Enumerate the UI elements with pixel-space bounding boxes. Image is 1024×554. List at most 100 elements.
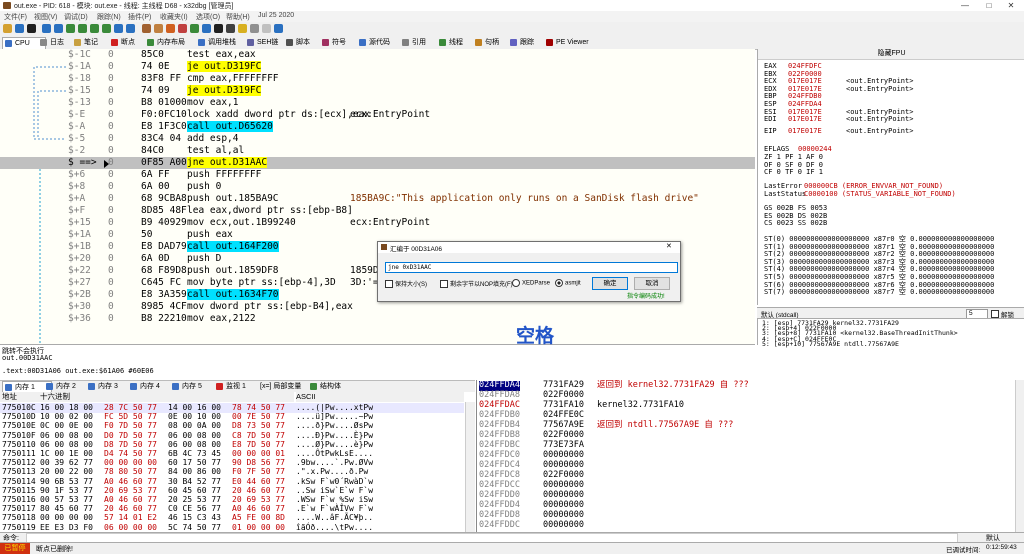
dump-row[interactable]: 7750113 20 00 22 00 78 80 50 77 84 00 86 00…	[0, 467, 464, 477]
register-value[interactable]: 017E017E	[788, 127, 822, 136]
disasm-row[interactable]: $-E 0 F0:0FC10 lock xadd dword ptr ds:[ecx]…	[0, 109, 755, 121]
step-over-icon[interactable]	[78, 24, 87, 33]
dump-row[interactable]: 7750115 90 1F 53 77 20 69 53 77 60 45 60 77…	[0, 486, 464, 496]
fpu-row[interactable]: ST(7) 0000000000000000000 x87r7 空 0.0000…	[764, 288, 994, 297]
tab-handles[interactable]: 句柄	[473, 37, 513, 48]
tab-watch-1[interactable]: 监视 1	[214, 381, 262, 392]
tab-script[interactable]: 脚本	[284, 37, 324, 48]
dump-row[interactable]: 7750111 1C 00 1E 00 D4 74 50 77 6B 4C 73 45…	[0, 449, 464, 459]
memory-dump[interactable]: 地址 十六进制 ASCII 775010C 16 00 18 00 28 7C 50…	[0, 392, 475, 532]
disasm-row[interactable]: $+6 0 6A FF push FFFFFFFF	[0, 169, 755, 181]
tab-pe-viewer[interactable]: PE Viewer	[544, 37, 602, 48]
dump-row[interactable]: 7750119 EE E3 D3 F0 06 00 00 00 5C 74 50 77…	[0, 523, 464, 532]
stack-row[interactable]: 024FFDDC 00000000	[477, 520, 1014, 531]
cancel-button[interactable]: 取消	[634, 277, 670, 290]
close-button[interactable]: ✕	[1000, 0, 1022, 11]
disasm-row[interactable]: $-1C 0 85C0 test eax,eax	[0, 49, 755, 61]
menu-view[interactable]: 视图(V)	[34, 12, 57, 22]
menu-plugins[interactable]: 插件(P)	[128, 12, 151, 22]
call-arg-row[interactable]: 5: [esp+10] 77567A9E ntdll.77567A9E	[762, 340, 899, 348]
register-name[interactable]: EIP	[764, 127, 777, 136]
dump-row[interactable]: 7750117 80 45 60 77 20 46 60 77 C0 CE 56 77…	[0, 504, 464, 514]
ok-button[interactable]: 确定	[592, 277, 628, 290]
label-icon[interactable]	[178, 24, 187, 33]
pause-icon[interactable]	[54, 24, 63, 33]
minimize-button[interactable]: —	[954, 0, 976, 11]
script-icon[interactable]	[214, 24, 223, 33]
disasm-row[interactable]: $-5 0 83C4 04 add esp,4	[0, 133, 755, 145]
trace-over-icon[interactable]	[102, 24, 111, 33]
favourite-icon[interactable]	[238, 24, 247, 33]
register-comment[interactable]: <out.EntryPoint>	[846, 115, 913, 124]
call-args-panel[interactable]: 1: [esp] 7731FA29 kernel32.7731FA29 2: [e…	[757, 318, 1024, 348]
menu-trace[interactable]: 跟踪(N)	[97, 12, 121, 22]
xedparse-radio[interactable]: XEDParse	[512, 279, 550, 287]
disasm-row[interactable]: $-1A 0 74 0E je out.D319FC	[0, 61, 755, 73]
tab-trace[interactable]: 跟踪	[508, 37, 548, 48]
scylla-icon[interactable]	[142, 24, 151, 33]
disasm-row[interactable]: $+1A 0 50 push eax	[0, 229, 755, 241]
help-icon[interactable]	[274, 24, 283, 33]
registers-panel[interactable]: 隐藏FPU EAX 024FFDFC EBX 022F0000 ECX 017E017E <…	[757, 49, 1024, 305]
menu-help[interactable]: 帮助(H)	[226, 12, 250, 22]
tab-dump-3[interactable]: 内存 3	[86, 381, 134, 392]
asmjit-radio[interactable]: asmjit	[555, 279, 581, 287]
step-into-icon[interactable]	[66, 24, 75, 33]
disasm-row[interactable]: $-13 0 B8 01000000mov eax,1	[0, 97, 755, 109]
settings-icon[interactable]	[250, 24, 259, 33]
tab-symbols[interactable]: 符号	[320, 37, 360, 48]
fill-nop-checkbox[interactable]: 剩余字节以NOP填充(F)	[440, 279, 513, 289]
keep-size-checkbox[interactable]: 保持大小(S)	[385, 279, 427, 289]
dump-row[interactable]: 7750112 00 39 62 77 00 00 00 00 60 17 50 77…	[0, 458, 464, 468]
tab-dump-2[interactable]: 内存 2	[44, 381, 92, 392]
segment-row[interactable]: CS 0023 SS 002B	[764, 219, 827, 228]
register-name[interactable]: EDI	[764, 115, 777, 124]
log-icon[interactable]	[262, 24, 271, 33]
register-comment[interactable]: <out.EntryPoint>	[846, 85, 913, 94]
trace-into-icon[interactable]	[90, 24, 99, 33]
disasm-row[interactable]: $+30 0 8985 4CFFmov dword ptr ss:[ebp-B4],…	[0, 301, 755, 313]
register-value[interactable]: 017E017E	[788, 115, 822, 124]
disasm-row[interactable]: $+36 0 B8 22210 mov eax,2122	[0, 313, 755, 325]
dump-row[interactable]: 7750118 00 00 00 00 57 14 01 E2 46 15 C3 43…	[0, 513, 464, 523]
unlock-checkbox[interactable]	[991, 310, 999, 318]
tab-call-stack[interactable]: 调用堆栈	[196, 37, 248, 48]
menu-debug[interactable]: 调试(D)	[64, 12, 88, 22]
menu-file[interactable]: 文件(F)	[4, 12, 27, 22]
dump-row[interactable]: 7750114 90 6B 53 77 A0 46 60 77 30 B4 52 77…	[0, 477, 464, 487]
stack-scrollbar[interactable]	[1015, 380, 1024, 532]
dump-row[interactable]: 775010E 0C 00 0E 00 F0 7D 50 77 08 00 0A 00…	[0, 421, 464, 431]
maximize-button[interactable]: □	[978, 0, 1000, 11]
tab-breakpoints[interactable]: 断点	[109, 37, 149, 48]
disasm-row[interactable]: $+A 0 68 9CBA85push out.185BA9C 185BA9C:"Th…	[0, 193, 755, 205]
disasm-row[interactable]: $-A 0 E8 1F3C0 call out.D65620	[0, 121, 755, 133]
disasm-row[interactable]: $ ==> 0 0F85 A000jne out.D31AAC	[0, 157, 755, 169]
disasm-row[interactable]: $+15 0 B9 40929Bmov ecx,out.1B99240 ecx:Ent…	[0, 217, 755, 229]
dump-row[interactable]: 7750116 00 57 53 77 A0 46 60 77 20 25 53 77…	[0, 495, 464, 505]
tab-notes[interactable]: 笔记	[72, 37, 112, 48]
bookmark-icon[interactable]	[190, 24, 199, 33]
disasm-row[interactable]: $-18 0 83F8 FF cmp eax,FFFFFFFF	[0, 73, 755, 85]
menu-options[interactable]: 选项(O)	[196, 12, 220, 22]
open-icon[interactable]	[3, 24, 12, 33]
dialog-close-button[interactable]: ✕	[666, 242, 672, 250]
disasm-row[interactable]: $+8 0 6A 00 push 0	[0, 181, 755, 193]
dump-row[interactable]: 775010C 16 00 18 00 28 7C 50 77 14 00 16 00…	[0, 403, 464, 413]
restart-icon[interactable]	[15, 24, 24, 33]
comment-icon[interactable]	[166, 24, 175, 33]
close-icon[interactable]	[27, 24, 36, 33]
hide-fpu-toggle[interactable]: 隐藏FPU	[758, 49, 1024, 60]
tab-references[interactable]: 引用	[400, 37, 440, 48]
register-value[interactable]: C0000100 (STATUS_VARIABLE_NOT_FOUND)	[804, 190, 956, 199]
dump-scrollbar[interactable]	[465, 402, 475, 532]
tab-dump-5[interactable]: 内存 5	[170, 381, 218, 392]
register-comment[interactable]: <out.EntryPoint>	[846, 127, 913, 136]
tab-memory-map[interactable]: 内存布局	[145, 37, 197, 48]
run-to-return-icon[interactable]	[114, 24, 123, 33]
stack-view[interactable]: 024FFDA4 7731FA29 返回到 kernel32.7731FA29 自 …	[476, 380, 1024, 532]
run-to-user-icon[interactable]	[126, 24, 135, 33]
tab-struct[interactable]: 结构体	[308, 381, 356, 392]
calculator-icon[interactable]	[226, 24, 235, 33]
disasm-row[interactable]: $+F 0 8D85 48FFlea eax,dword ptr ss:[ebp-B…	[0, 205, 755, 217]
dump-row[interactable]: 775010F 06 00 08 00 D0 7D 50 77 06 00 08 00…	[0, 431, 464, 441]
